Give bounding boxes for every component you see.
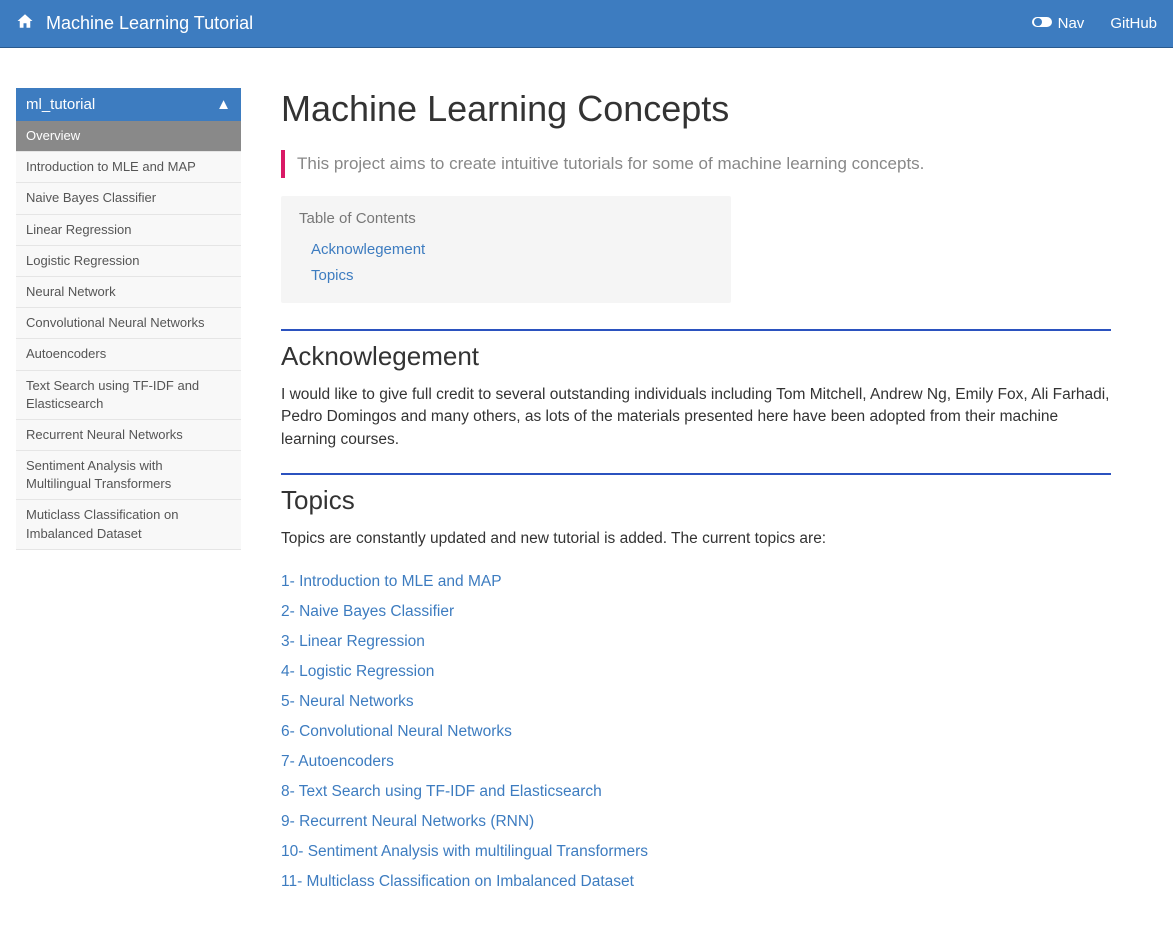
toc-link[interactable]: Topics: [311, 267, 354, 284]
topic-link[interactable]: 11- Multiclass Classification on Imbalan…: [281, 873, 634, 890]
triangle-up-icon: ▲: [216, 96, 231, 113]
sidebar: ml_tutorial ▲ OverviewIntroduction to ML…: [16, 88, 241, 903]
sidebar-item[interactable]: Autoencoders: [16, 339, 241, 370]
toc-item: Topics: [299, 263, 713, 289]
sidebar-item[interactable]: Linear Regression: [16, 215, 241, 246]
topic-link[interactable]: 6- Convolutional Neural Networks: [281, 723, 512, 740]
brand-title[interactable]: Machine Learning Tutorial: [46, 13, 253, 34]
container: ml_tutorial ▲ OverviewIntroduction to ML…: [0, 48, 1173, 943]
sidebar-item[interactable]: Overview: [16, 121, 241, 152]
topic-link[interactable]: 8- Text Search using TF-IDF and Elastics…: [281, 783, 602, 800]
toc-link[interactable]: Acknowlegement: [311, 241, 425, 258]
topic-link[interactable]: 7- Autoencoders: [281, 753, 394, 770]
toc-title: Table of Contents: [299, 210, 713, 227]
topic-item: 8- Text Search using TF-IDF and Elastics…: [281, 783, 1111, 801]
topic-item: 5- Neural Networks: [281, 693, 1111, 711]
github-link[interactable]: GitHub: [1110, 15, 1157, 32]
acknowledgement-body: I would like to give full credit to seve…: [281, 384, 1111, 451]
topic-list: 1- Introduction to MLE and MAP 2- Naive B…: [281, 573, 1111, 891]
table-of-contents: Table of Contents Acknowlegement Topics: [281, 196, 731, 303]
sidebar-item[interactable]: Logistic Regression: [16, 246, 241, 277]
main-content: Machine Learning Concepts This project a…: [281, 88, 1111, 903]
sidebar-list: OverviewIntroduction to MLE and MAPNaive…: [16, 121, 241, 550]
toc-list: Acknowlegement Topics: [299, 237, 713, 289]
navbar-left: Machine Learning Tutorial: [16, 12, 253, 35]
sidebar-item[interactable]: Naive Bayes Classifier: [16, 183, 241, 214]
topic-item: 7- Autoencoders: [281, 753, 1111, 771]
navbar: Machine Learning Tutorial Nav GitHub: [0, 0, 1173, 48]
toc-item: Acknowlegement: [299, 237, 713, 263]
topic-link[interactable]: 1- Introduction to MLE and MAP: [281, 573, 502, 590]
section-divider: [281, 329, 1111, 331]
topics-intro: Topics are constantly updated and new tu…: [281, 528, 1111, 550]
acknowledgement-heading: Acknowlegement: [281, 341, 1111, 372]
topic-link[interactable]: 2- Naive Bayes Classifier: [281, 603, 454, 620]
topic-link[interactable]: 10- Sentiment Analysis with multilingual…: [281, 843, 648, 860]
section-divider: [281, 473, 1111, 475]
sidebar-header[interactable]: ml_tutorial ▲: [16, 88, 241, 121]
topics-heading: Topics: [281, 485, 1111, 516]
topic-link[interactable]: 5- Neural Networks: [281, 693, 414, 710]
sidebar-item[interactable]: Recurrent Neural Networks: [16, 420, 241, 451]
topic-item: 10- Sentiment Analysis with multilingual…: [281, 843, 1111, 861]
page-title: Machine Learning Concepts: [281, 88, 1111, 130]
topic-link[interactable]: 3- Linear Regression: [281, 633, 425, 650]
topic-item: 1- Introduction to MLE and MAP: [281, 573, 1111, 591]
navbar-right: Nav GitHub: [1032, 15, 1157, 33]
sidebar-item[interactable]: Sentiment Analysis with Multilingual Tra…: [16, 451, 241, 500]
topic-item: 3- Linear Regression: [281, 633, 1111, 651]
topic-item: 4- Logistic Regression: [281, 663, 1111, 681]
topic-item: 6- Convolutional Neural Networks: [281, 723, 1111, 741]
sidebar-item[interactable]: Introduction to MLE and MAP: [16, 152, 241, 183]
sidebar-item[interactable]: Neural Network: [16, 277, 241, 308]
topic-link[interactable]: 9- Recurrent Neural Networks (RNN): [281, 813, 534, 830]
sidebar-item[interactable]: Muticlass Classification on Imbalanced D…: [16, 500, 241, 549]
topic-item: 2- Naive Bayes Classifier: [281, 603, 1111, 621]
nav-toggle[interactable]: Nav: [1032, 15, 1085, 33]
intro-blockquote: This project aims to create intuitive tu…: [281, 150, 1111, 178]
topic-item: 9- Recurrent Neural Networks (RNN): [281, 813, 1111, 831]
topic-item: 11- Multiclass Classification on Imbalan…: [281, 873, 1111, 891]
toggle-icon: [1032, 15, 1052, 33]
nav-toggle-label: Nav: [1058, 15, 1085, 32]
sidebar-item[interactable]: Convolutional Neural Networks: [16, 308, 241, 339]
home-icon[interactable]: [16, 12, 34, 35]
sidebar-header-label: ml_tutorial: [26, 96, 95, 113]
sidebar-item[interactable]: Text Search using TF-IDF and Elasticsear…: [16, 371, 241, 420]
topic-link[interactable]: 4- Logistic Regression: [281, 663, 434, 680]
